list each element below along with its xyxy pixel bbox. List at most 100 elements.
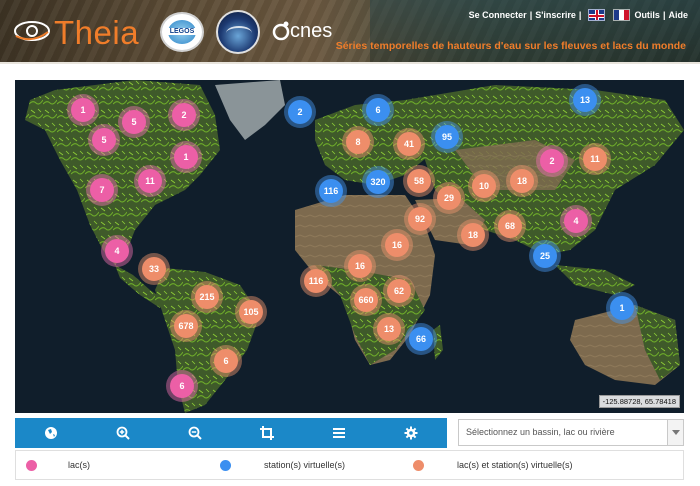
lake-dot-icon bbox=[26, 459, 37, 471]
cluster-marker[interactable]: 2 bbox=[168, 99, 200, 131]
cluster-marker[interactable]: 320 bbox=[362, 166, 394, 198]
cluster-count: 1 bbox=[610, 296, 634, 320]
cluster-marker[interactable]: 5 bbox=[88, 124, 120, 156]
cluster-marker[interactable]: 660 bbox=[350, 284, 382, 316]
cluster-marker[interactable]: 13 bbox=[569, 84, 601, 116]
cluster-count: 16 bbox=[348, 254, 372, 278]
cluster-marker[interactable]: 25 bbox=[529, 240, 561, 272]
cluster-count: 13 bbox=[573, 88, 597, 112]
legend-item-both: lac(s) et station(s) virtuelle(s) bbox=[413, 451, 573, 479]
cluster-count: 10 bbox=[472, 174, 496, 198]
cluster-marker[interactable]: 1 bbox=[170, 141, 202, 173]
cluster-count: 6 bbox=[366, 98, 390, 122]
cluster-marker[interactable]: 68 bbox=[494, 210, 526, 242]
cluster-marker[interactable]: 116 bbox=[300, 265, 332, 297]
cluster-marker[interactable]: 62 bbox=[383, 275, 415, 307]
french-flag-icon[interactable] bbox=[613, 9, 631, 21]
theia-logo[interactable]: Theia bbox=[14, 12, 154, 52]
cluster-marker[interactable]: 16 bbox=[344, 250, 376, 282]
cursor-coordinates: -125.88728, 65.78418 bbox=[598, 395, 680, 408]
cluster-marker[interactable]: 58 bbox=[403, 165, 435, 197]
cluster-count: 11 bbox=[138, 169, 162, 193]
cluster-marker[interactable]: 105 bbox=[235, 296, 267, 328]
legend-item-stations: station(s) virtuelle(s) bbox=[220, 451, 345, 479]
chevron-down-icon[interactable] bbox=[667, 420, 683, 445]
cluster-marker[interactable]: 6 bbox=[362, 94, 394, 126]
cluster-marker[interactable]: 1 bbox=[606, 292, 638, 324]
cluster-marker[interactable]: 6 bbox=[166, 370, 198, 402]
cluster-marker[interactable]: 4 bbox=[101, 235, 133, 267]
cluster-count: 2 bbox=[172, 103, 196, 127]
zoom-in-icon bbox=[116, 426, 130, 440]
cluster-marker[interactable]: 11 bbox=[134, 165, 166, 197]
zoom-in-button[interactable] bbox=[87, 418, 159, 448]
zoom-out-icon bbox=[188, 426, 202, 440]
cluster-marker[interactable]: 33 bbox=[138, 253, 170, 285]
cluster-count: 2 bbox=[288, 100, 312, 124]
cluster-marker[interactable]: 95 bbox=[431, 121, 463, 153]
cluster-count: 6 bbox=[170, 374, 194, 398]
cluster-marker[interactable]: 16 bbox=[381, 229, 413, 261]
legend-label-stations: station(s) virtuelle(s) bbox=[264, 460, 346, 470]
cluster-marker[interactable]: 678 bbox=[170, 310, 202, 342]
legos-logo-text: LEGOS bbox=[164, 28, 200, 35]
cluster-count: 105 bbox=[239, 300, 263, 324]
cluster-count: 33 bbox=[142, 257, 166, 281]
cluster-marker[interactable]: 8 bbox=[342, 126, 374, 158]
map-legend: lac(s) station(s) virtuelle(s) lac(s) et… bbox=[15, 450, 684, 480]
register-link[interactable]: S'inscrire bbox=[535, 10, 576, 20]
link-separator: | bbox=[529, 10, 533, 20]
header-banner: Theia LEGOS cnes Se Connecter | S'inscri… bbox=[0, 0, 700, 64]
legos-logo[interactable]: LEGOS bbox=[160, 12, 204, 52]
cluster-marker[interactable]: 18 bbox=[506, 165, 538, 197]
cluster-count: 320 bbox=[366, 170, 390, 194]
cluster-count: 7 bbox=[90, 178, 114, 202]
cluster-count: 25 bbox=[533, 244, 557, 268]
link-separator: | bbox=[662, 10, 666, 20]
cluster-count: 6 bbox=[214, 349, 238, 373]
cluster-marker[interactable]: 2 bbox=[536, 145, 568, 177]
cluster-count: 2 bbox=[540, 149, 564, 173]
cluster-marker[interactable]: 11 bbox=[579, 143, 611, 175]
cluster-marker[interactable]: 66 bbox=[405, 323, 437, 355]
cluster-count: 8 bbox=[346, 130, 370, 154]
cluster-marker[interactable]: 41 bbox=[393, 128, 425, 160]
cluster-marker[interactable]: 116 bbox=[315, 175, 347, 207]
cluster-marker[interactable]: 6 bbox=[210, 345, 242, 377]
cluster-marker[interactable]: 2 bbox=[284, 96, 316, 128]
cluster-marker[interactable]: 29 bbox=[433, 182, 465, 214]
cluster-marker[interactable]: 13 bbox=[373, 313, 405, 345]
cluster-marker[interactable]: 92 bbox=[404, 203, 436, 235]
cluster-count: 5 bbox=[92, 128, 116, 152]
tools-link[interactable]: Outils bbox=[634, 10, 660, 20]
cluster-marker[interactable]: 4 bbox=[560, 205, 592, 237]
zoom-out-button[interactable] bbox=[159, 418, 231, 448]
gear-icon bbox=[404, 426, 418, 440]
cnes-swirl-icon bbox=[272, 21, 290, 41]
help-link[interactable]: Aide bbox=[668, 10, 688, 20]
settings-button[interactable] bbox=[375, 418, 447, 448]
cluster-marker[interactable]: 1 bbox=[67, 94, 99, 126]
cluster-marker[interactable]: 215 bbox=[191, 281, 223, 313]
cluster-count: 95 bbox=[435, 125, 459, 149]
list-button[interactable] bbox=[303, 418, 375, 448]
cluster-marker[interactable]: 18 bbox=[457, 219, 489, 251]
cluster-marker[interactable]: 5 bbox=[118, 106, 150, 138]
login-link[interactable]: Se Connecter bbox=[469, 10, 527, 20]
cluster-count: 116 bbox=[319, 179, 343, 203]
world-view-button[interactable] bbox=[15, 418, 87, 448]
cluster-count: 18 bbox=[510, 169, 534, 193]
english-flag-icon[interactable] bbox=[588, 9, 606, 21]
cluster-count: 116 bbox=[304, 269, 328, 293]
cluster-count: 678 bbox=[174, 314, 198, 338]
basin-lake-river-select[interactable]: Sélectionnez un bassin, lac ou rivière bbox=[458, 419, 684, 446]
cluster-count: 11 bbox=[583, 147, 607, 171]
cluster-marker[interactable]: 7 bbox=[86, 174, 118, 206]
world-map[interactable]: -125.88728, 65.78418 1 5 2 5 1 7 11 2 6 … bbox=[15, 80, 684, 413]
hydroweb-globe-logo[interactable] bbox=[216, 10, 260, 54]
cluster-count: 29 bbox=[437, 186, 461, 210]
cluster-marker[interactable]: 10 bbox=[468, 170, 500, 202]
cnes-logo-text: cnes bbox=[290, 20, 333, 42]
crop-button[interactable] bbox=[231, 418, 303, 448]
legend-label-lakes: lac(s) bbox=[68, 460, 90, 470]
